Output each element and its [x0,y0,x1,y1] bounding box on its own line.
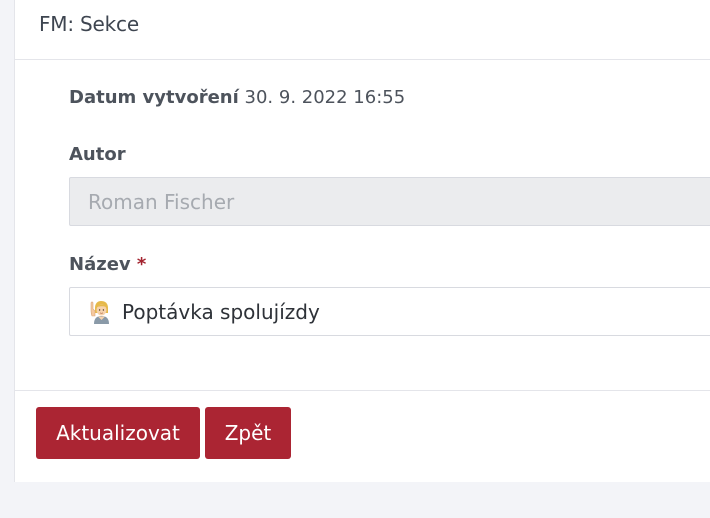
required-star: * [136,254,147,275]
name-label-row: Název * [69,254,146,275]
page-title: FM: Sekce [39,12,139,36]
author-field-value: Roman Fischer [88,189,235,214]
card-header: FM: Sekce [15,0,710,60]
back-button[interactable]: Zpět [205,407,291,459]
author-field: Roman Fischer [69,177,710,226]
created-date-row: Datum vytvoření 30. 9. 2022 16:55 [69,87,405,108]
created-date-label: Datum vytvoření [69,87,239,108]
author-label: Autor [69,144,126,165]
card-body: Datum vytvoření 30. 9. 2022 16:55 Autor … [15,60,710,391]
name-input[interactable]: Poptávka spolujízdy [69,287,710,336]
update-button[interactable]: Aktualizovat [36,407,200,459]
created-date-value: 30. 9. 2022 16:55 [244,87,406,108]
name-input-value: Poptávka spolujízdy [122,299,320,324]
name-label: Název [69,254,131,275]
person-raising-hand-emoji-icon [90,300,109,324]
